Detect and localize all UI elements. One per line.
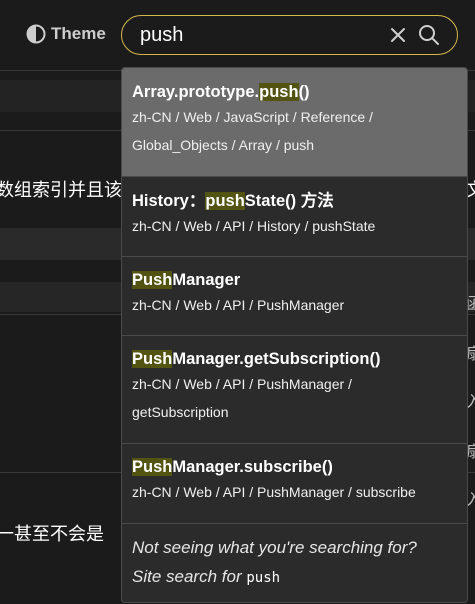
theme-toggle-button[interactable]: Theme xyxy=(26,22,106,46)
result-title: PushManager.getSubscription() xyxy=(132,350,381,368)
result-path: zh-CN / Web / JavaScript / Reference / xyxy=(132,109,373,125)
top-header: Theme xyxy=(0,0,475,70)
result-title: PushManager xyxy=(132,271,241,289)
site-search-footer: Not seeing what you're searching for? Si… xyxy=(132,533,462,593)
page-text: 一甚至不会是 xyxy=(0,524,104,545)
search-result-item[interactable]: PushManager.getSubscription() zh-CN / We… xyxy=(122,336,467,444)
result-path: zh-CN / Web / API / PushManager / xyxy=(132,376,352,392)
site-search-link[interactable]: Site search for push xyxy=(132,562,462,593)
result-path: zh-CN / Web / API / PushManager / subscr… xyxy=(132,484,416,500)
search-results-dropdown: Array.prototype.push() zh-CN / Web / Jav… xyxy=(121,67,468,603)
search-result-item[interactable]: History：pushState() 方法 zh-CN / Web / API… xyxy=(122,177,467,257)
result-path: Global_Objects / Array / push xyxy=(132,137,315,153)
search-result-item[interactable]: PushManager.subscribe() zh-CN / Web / AP… xyxy=(122,444,467,524)
close-icon[interactable] xyxy=(388,25,408,45)
result-path: zh-CN / Web / API / PushManager xyxy=(132,297,345,313)
result-title: Array.prototype.push() xyxy=(132,83,310,101)
page-text: 数组索引并且该 xyxy=(0,180,122,201)
result-title: PushManager.subscribe() xyxy=(132,458,333,476)
result-title: History：pushState() 方法 xyxy=(132,192,334,210)
search-box xyxy=(121,15,458,55)
result-path: getSubscription xyxy=(132,404,229,420)
search-result-item[interactable]: PushManager zh-CN / Web / API / PushMana… xyxy=(122,257,467,336)
search-input[interactable] xyxy=(140,22,370,48)
theme-icon xyxy=(26,24,46,44)
search-result-item[interactable]: Array.prototype.push() zh-CN / Web / Jav… xyxy=(122,68,467,177)
theme-label: Theme xyxy=(51,24,106,43)
search-icon[interactable] xyxy=(418,24,440,46)
not-seeing-text: Not seeing what you're searching for? xyxy=(132,538,417,557)
result-path: zh-CN / Web / API / History / pushState xyxy=(132,218,376,234)
search-query: push xyxy=(246,570,281,586)
